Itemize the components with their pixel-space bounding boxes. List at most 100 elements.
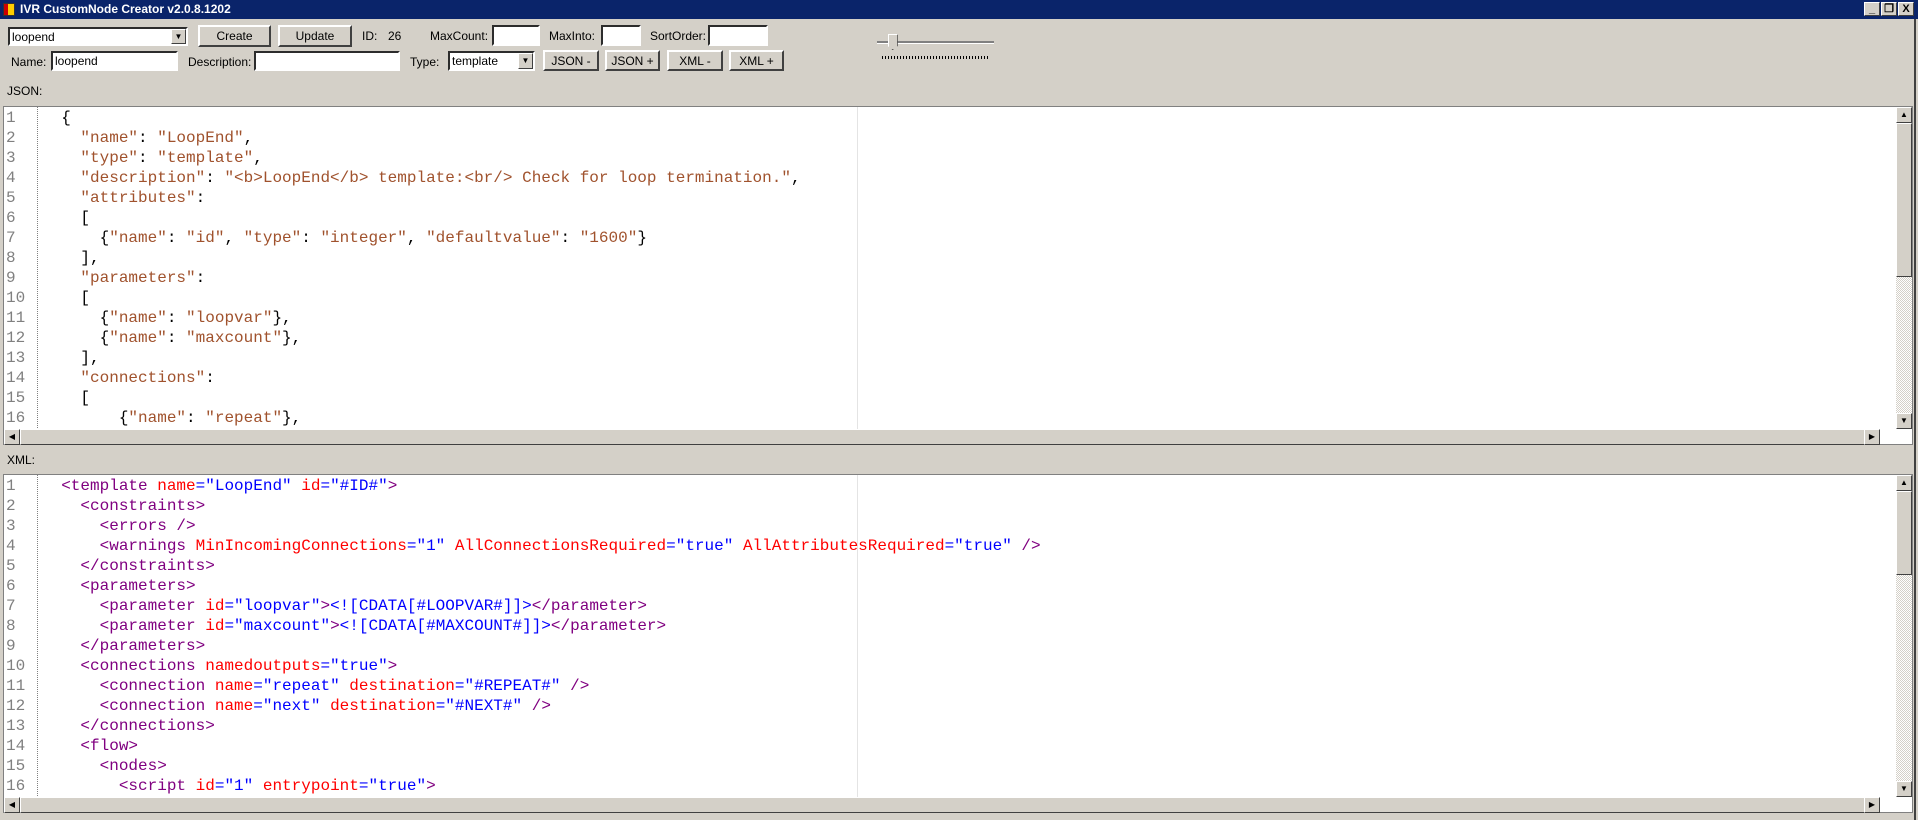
scroll-left-icon[interactable]: ◀ <box>4 797 20 813</box>
code-token: ], <box>42 249 100 267</box>
xml-plus-button[interactable]: XML + <box>729 50 784 71</box>
line-number: 15 <box>6 389 26 407</box>
code-line: <connection name="next" destination="#NE… <box>42 696 551 716</box>
line-number-gutter: 1 2 3 4 5 6 7 8 9 10 11 12 13 14 15 16 <box>4 107 38 444</box>
code-line: <parameter id="loopvar"><![CDATA[#LOOPVA… <box>42 596 647 616</box>
chevron-down-icon[interactable]: ▼ <box>171 29 186 44</box>
code-token: AllConnectionsRequired <box>445 537 667 555</box>
type-label: Type: <box>410 55 440 69</box>
line-number: 12 <box>6 329 26 347</box>
scroll-thumb[interactable] <box>1896 491 1912 575</box>
node-select[interactable]: loopend ▼ <box>8 27 188 46</box>
line-number: 9 <box>6 269 16 287</box>
code-token: <![CDATA[#MAXCOUNT#]]> <box>339 617 551 635</box>
name-input[interactable]: loopend <box>51 51 178 71</box>
code-token: { <box>42 409 129 427</box>
code-token: <connection <box>42 697 206 715</box>
code-token: , <box>790 169 801 187</box>
maxcount-input[interactable] <box>492 25 540 46</box>
code-line: ], <box>42 248 100 268</box>
edge-guide <box>857 475 858 812</box>
title-bar: IVR CustomNode Creator v2.0.8.1202 _ ❐ X <box>0 0 1918 19</box>
code-token: "maxcount" <box>186 329 283 347</box>
json-editor[interactable]: 1 2 3 4 5 6 7 8 9 10 11 12 13 14 15 16 ▲ ▼ ◀ ▶ { "name"… <box>3 106 1913 445</box>
scroll-thumb[interactable] <box>20 429 1868 445</box>
scroll-right-icon[interactable]: ▶ <box>1864 429 1880 445</box>
line-number: 6 <box>6 577 16 595</box>
json-minus-button[interactable]: JSON - <box>543 50 599 71</box>
code-token: id <box>291 477 321 495</box>
line-number: 2 <box>6 497 16 515</box>
type-select[interactable]: template ▼ <box>448 51 535 71</box>
code-token: ="true" <box>944 537 1012 555</box>
code-token: "template" <box>157 149 254 167</box>
code-token: ="#ID#" <box>320 477 388 495</box>
code-token: <connections <box>42 657 196 675</box>
json-plus-button[interactable]: JSON + <box>605 50 660 71</box>
scroll-up-icon[interactable]: ▲ <box>1896 107 1912 123</box>
update-button[interactable]: Update <box>278 25 352 47</box>
code-token: "<b>LoopEnd</b> template:<br/> Check for… <box>224 169 791 187</box>
sortorder-input[interactable] <box>708 25 768 46</box>
code-token: : <box>166 229 187 247</box>
create-button[interactable]: Create <box>198 25 271 47</box>
close-button[interactable]: X <box>1898 2 1914 16</box>
code-token: ="repeat" <box>253 677 340 695</box>
code-token: id <box>195 617 225 635</box>
code-token: : <box>301 229 321 247</box>
code-line: "name": "LoopEnd", <box>42 128 253 148</box>
code-token: </parameter> <box>550 617 667 635</box>
code-token: : <box>186 409 206 427</box>
zoom-slider[interactable] <box>877 30 995 62</box>
code-line: <connections namedoutputs="true"> <box>42 656 397 676</box>
scroll-left-icon[interactable]: ◀ <box>4 429 20 445</box>
code-token: </parameter> <box>531 597 647 615</box>
restore-button[interactable]: ❐ <box>1881 2 1897 16</box>
code-token: : <box>166 329 187 347</box>
code-token: : <box>205 369 215 387</box>
vertical-scrollbar[interactable]: ▲ ▼ <box>1896 475 1912 797</box>
code-line: <nodes> <box>42 756 167 776</box>
chevron-down-icon[interactable]: ▼ <box>518 53 533 69</box>
code-token: : <box>560 229 580 247</box>
maxinto-input[interactable] <box>601 25 641 46</box>
horizontal-scrollbar[interactable]: ◀ ▶ <box>4 429 1880 445</box>
slider-thumb[interactable] <box>887 34 898 50</box>
code-token: /> <box>522 697 551 715</box>
horizontal-scrollbar[interactable]: ◀ ▶ <box>4 797 1880 813</box>
code-line: <template name="LoopEnd" id="#ID#"> <box>42 476 397 496</box>
xml-editor[interactable]: 1 2 3 4 5 6 7 8 9 10 11 12 13 14 15 16 ▲ ▼ ◀ ▶ <templat… <box>3 474 1913 813</box>
minimize-button[interactable]: _ <box>1864 2 1880 16</box>
code-token: id <box>186 777 215 795</box>
scroll-down-icon[interactable]: ▼ <box>1896 781 1912 797</box>
code-token: <![CDATA[#LOOPVAR#]]> <box>330 597 532 615</box>
code-token: "description" <box>42 169 206 187</box>
line-number: 13 <box>6 349 26 367</box>
code-line: "parameters": <box>42 268 205 288</box>
scroll-up-icon[interactable]: ▲ <box>1896 475 1912 491</box>
scroll-down-icon[interactable]: ▼ <box>1896 413 1912 429</box>
code-token: <errors /> <box>42 517 196 535</box>
line-number: 3 <box>6 149 16 167</box>
code-token: , <box>224 229 244 247</box>
scroll-right-icon[interactable]: ▶ <box>1864 797 1880 813</box>
description-input[interactable] <box>254 51 400 71</box>
line-number: 12 <box>6 697 26 715</box>
line-number: 1 <box>6 477 16 495</box>
code-token: "name" <box>109 229 167 247</box>
code-token: /> <box>1011 537 1041 555</box>
code-token: </constraints> <box>42 557 215 575</box>
sortorder-label: SortOrder: <box>650 29 707 43</box>
xml-minus-button[interactable]: XML - <box>667 50 723 71</box>
code-line: {"name": "loopvar"}, <box>42 308 292 328</box>
code-line: "description": "<b>LoopEnd</b> template:… <box>42 168 801 188</box>
scroll-thumb[interactable] <box>20 797 1868 813</box>
code-token: <nodes> <box>42 757 167 775</box>
line-number: 3 <box>6 517 16 535</box>
code-line: {"name": "maxcount"}, <box>42 328 302 348</box>
vertical-scrollbar[interactable]: ▲ ▼ <box>1896 107 1912 429</box>
code-token: "id" <box>186 229 225 247</box>
scroll-thumb[interactable] <box>1896 123 1912 277</box>
code-token: [ <box>42 289 91 307</box>
code-line: "attributes": <box>42 188 205 208</box>
